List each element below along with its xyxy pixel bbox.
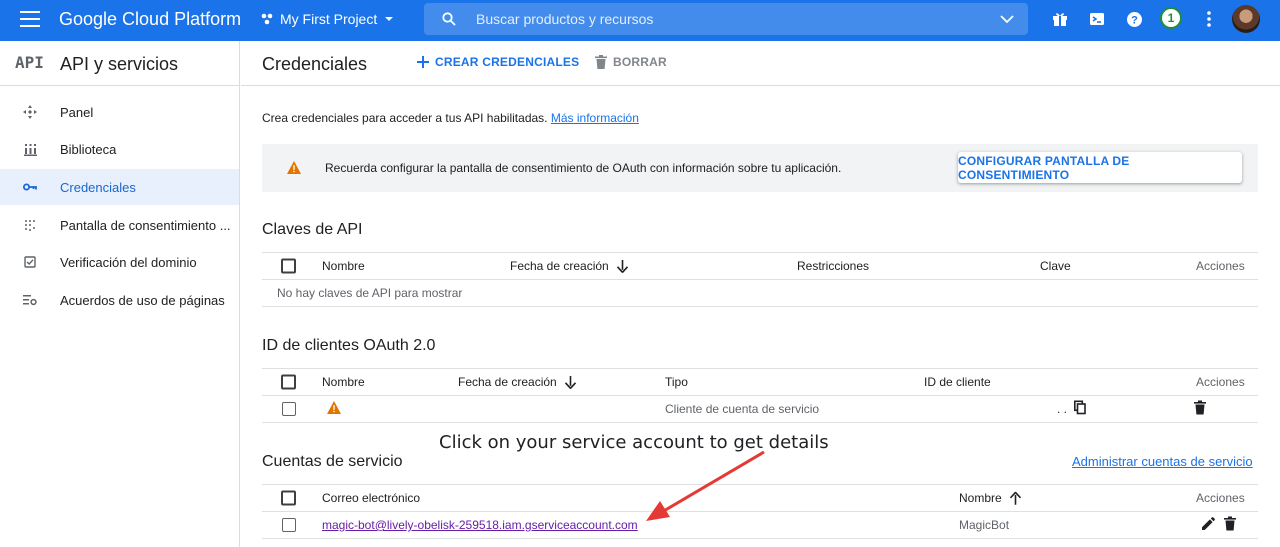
sidebar-item-consent-screen[interactable]: Pantalla de consentimiento ... xyxy=(0,207,239,243)
intro-sentence: Crea credenciales para acceder a tus API… xyxy=(262,111,551,125)
column-header-correo[interactable]: Correo electrónico xyxy=(322,491,420,505)
copy-icon[interactable] xyxy=(1074,400,1086,418)
sidebar-header: API API y servicios xyxy=(0,41,240,86)
row-checkbox[interactable] xyxy=(282,518,296,532)
column-header-fecha[interactable]: Fecha de creación xyxy=(458,374,576,390)
client-id: . . xyxy=(1057,402,1068,416)
manage-service-accounts-link[interactable]: Administrar cuentas de servicio xyxy=(1072,454,1253,469)
page-header: Credenciales CREAR CREDENCIALES BORRAR xyxy=(241,41,1280,86)
sidebar-item-label: Acuerdos de uso de páginas xyxy=(60,292,225,308)
plus-icon xyxy=(417,56,429,68)
project-hexagon-icon xyxy=(261,13,273,25)
annotation-text: Click on your service account to get det… xyxy=(439,432,829,453)
search-icon xyxy=(442,12,456,26)
sidebar-item-label: Panel xyxy=(60,104,94,120)
library-icon xyxy=(22,141,38,157)
warning-icon xyxy=(327,401,341,417)
trash-icon[interactable] xyxy=(1194,400,1206,418)
service-account-email-link[interactable]: magic-bot@lively-obelisk-259518.iam.gser… xyxy=(322,518,638,532)
settings-list-icon xyxy=(22,292,38,308)
account-avatar[interactable] xyxy=(1232,5,1260,33)
cloud-shell-icon[interactable] xyxy=(1088,10,1106,28)
chevron-down-icon xyxy=(385,17,394,21)
sidebar-item-page-usage-agreements[interactable]: Acuerdos de uso de páginas xyxy=(0,282,239,318)
column-header-acciones: Acciones xyxy=(1196,375,1245,389)
column-header-tipo[interactable]: Tipo xyxy=(665,375,688,389)
api-keys-table-header: Nombre Fecha de creación Restricciones C… xyxy=(262,252,1258,280)
column-header-clave: Clave xyxy=(1040,259,1071,273)
sidebar-item-label: Biblioteca xyxy=(60,141,117,157)
key-icon xyxy=(22,179,38,195)
sidebar-title: API y servicios xyxy=(60,54,179,74)
menu-icon[interactable] xyxy=(20,11,40,27)
annotation-arrow xyxy=(646,450,765,521)
column-label: Nombre xyxy=(959,490,1002,505)
more-info-link[interactable]: Más información xyxy=(551,111,639,125)
service-account-name: MagicBot xyxy=(959,518,1010,532)
select-all-checkbox[interactable] xyxy=(281,374,296,390)
sidebar-item-panel[interactable]: Panel xyxy=(0,94,239,130)
gift-icon[interactable] xyxy=(1051,10,1069,28)
column-header-restricciones: Restricciones xyxy=(797,259,870,273)
api-logo: API xyxy=(15,53,44,72)
sidebar-item-biblioteca[interactable]: Biblioteca xyxy=(0,131,239,167)
create-credentials-label: CREAR CREDENCIALES xyxy=(435,55,580,69)
column-header-acciones: Acciones xyxy=(1196,491,1245,505)
sidebar-item-label: Verificación del dominio xyxy=(60,254,197,270)
edit-icon[interactable] xyxy=(1202,517,1215,533)
oauth-table-header: Nombre Fecha de creación Tipo ID de clie… xyxy=(262,368,1258,396)
arrow-up-icon xyxy=(1009,492,1021,506)
search-bar[interactable] xyxy=(424,3,1028,35)
banner-text: Recuerda configurar la pantalla de conse… xyxy=(325,161,842,175)
notifications-badge[interactable]: 1 xyxy=(1160,7,1182,29)
sidebar-item-label: Credenciales xyxy=(60,179,136,195)
column-header-fecha[interactable]: Fecha de creación xyxy=(510,258,628,274)
service-accounts-title: Cuentas de servicio xyxy=(262,453,403,470)
column-header-acciones: Acciones xyxy=(1196,259,1245,273)
page-title: Credenciales xyxy=(262,54,368,74)
checkbox-icon xyxy=(22,254,38,270)
delete-button[interactable]: BORRAR xyxy=(595,55,667,69)
help-icon[interactable]: ? xyxy=(1125,10,1143,28)
sidebar-item-domain-verification[interactable]: Verificación del dominio xyxy=(0,244,239,280)
project-selector[interactable]: My First Project xyxy=(260,9,395,29)
arrow-down-icon xyxy=(564,376,576,390)
client-type: Cliente de cuenta de servicio xyxy=(665,402,820,416)
trash-icon xyxy=(595,55,607,69)
column-header-nombre[interactable]: Nombre xyxy=(322,259,365,273)
project-name: My First Project xyxy=(280,11,378,27)
dashboard-icon xyxy=(22,104,38,120)
table-row[interactable]: Cliente de cuenta de servicio . . xyxy=(262,396,1258,423)
select-all-checkbox[interactable] xyxy=(281,490,296,506)
column-header-nombre[interactable]: Nombre xyxy=(959,490,1021,506)
expand-search-icon[interactable] xyxy=(1000,14,1014,24)
oauth-title: ID de clientes OAuth 2.0 xyxy=(262,337,436,354)
sidebar-item-credenciales[interactable]: Credenciales xyxy=(0,169,239,205)
create-credentials-button[interactable]: CREAR CREDENCIALES xyxy=(417,55,579,69)
warning-icon xyxy=(287,161,301,174)
empty-state-row: No hay claves de API para mostrar xyxy=(262,280,1258,307)
empty-state-text: No hay claves de API para mostrar xyxy=(277,286,463,300)
arrow-down-icon xyxy=(616,260,628,274)
svg-text:?: ? xyxy=(1131,14,1138,26)
column-header-nombre[interactable]: Nombre xyxy=(322,375,365,389)
consent-icon xyxy=(22,217,38,233)
select-all-checkbox[interactable] xyxy=(281,258,296,274)
api-keys-title: Claves de API xyxy=(262,221,363,238)
column-label: Fecha de creación xyxy=(510,258,609,273)
trash-icon[interactable] xyxy=(1224,516,1236,534)
column-label: Fecha de creación xyxy=(458,374,557,389)
search-input[interactable] xyxy=(476,11,1000,27)
intro-text: Crea credenciales para acceder a tus API… xyxy=(262,111,639,125)
delete-label: BORRAR xyxy=(613,55,667,69)
more-vert-icon[interactable] xyxy=(1200,10,1218,28)
top-app-bar: Google Cloud Platform My First Project ?… xyxy=(0,0,1280,41)
oauth-warning-banner: Recuerda configurar la pantalla de conse… xyxy=(262,144,1258,192)
configure-consent-screen-button[interactable]: CONFIGURAR PANTALLA DE CONSENTIMIENTO xyxy=(958,152,1242,183)
column-header-id-cliente: ID de cliente xyxy=(924,375,991,389)
sidebar: API API y servicios Panel Biblioteca Cre… xyxy=(0,41,240,547)
row-checkbox[interactable] xyxy=(282,402,296,416)
brand-title[interactable]: Google Cloud Platform xyxy=(59,8,241,30)
sidebar-item-label: Pantalla de consentimiento ... xyxy=(60,217,231,233)
